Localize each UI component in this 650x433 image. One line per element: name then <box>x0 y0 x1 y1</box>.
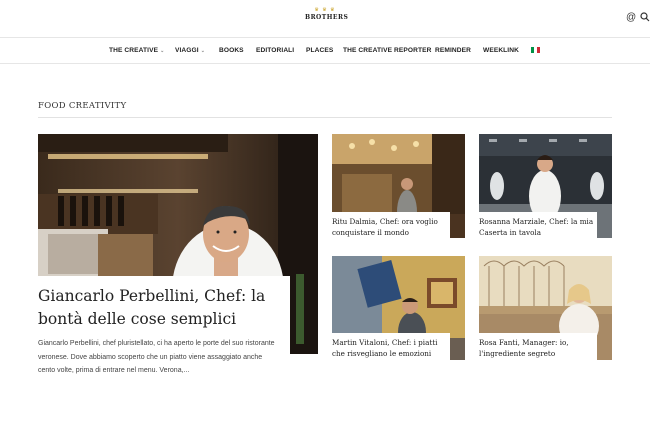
nav-item-reminder[interactable]: REMINDER <box>435 46 471 55</box>
site-logo[interactable]: ♛ ♛ ♛ BROTHERS <box>305 8 349 26</box>
nav-item-the-creative[interactable]: THE CREATIVE ⌄ <box>109 46 164 56</box>
card-title-ritu-dalmia[interactable]: Ritu Dalmia, Chef: ora voglio conquistar… <box>332 214 450 238</box>
at-icon[interactable]: @ <box>626 12 636 24</box>
nav-item-places[interactable]: PLACES <box>306 46 333 55</box>
nav-item-label: VIAGGI <box>175 47 199 54</box>
featured-article-excerpt: Giancarlo Perbellini, chef pluristellato… <box>38 340 275 374</box>
logo-text: BROTHERS <box>305 14 349 21</box>
featured-article-title[interactable]: Giancarlo Perbellini, Chef: la bontà del… <box>38 285 288 331</box>
card-title-rosa-fanti[interactable]: Rosa Fanti, Manager: io, l'ingrediente s… <box>479 335 597 359</box>
chevron-down-icon: ⌄ <box>160 48 165 54</box>
nav-item-label: THE CREATIVE <box>109 47 159 54</box>
nav-item-viaggi[interactable]: VIAGGI ⌄ <box>175 46 205 56</box>
nav-item-weeklink[interactable]: WEEKLINK <box>483 46 519 55</box>
flag-stripe-red <box>537 47 540 53</box>
nav-item-the-creative-reporter[interactable]: THE CREATIVE REPORTER <box>343 46 431 55</box>
card-title-martin-vitaloni[interactable]: Martin Vitaloni, Chef: i piatti che risv… <box>332 335 450 359</box>
section-divider <box>38 117 612 118</box>
card-title-rosanna-marziale[interactable]: Rosanna Marziale, Chef: la mia Caserta i… <box>479 214 597 238</box>
main-nav: THE CREATIVE ⌄ VIAGGI ⌄ BOOKS EDITORIALI P… <box>0 38 650 64</box>
top-header: ♛ ♛ ♛ BROTHERS @ <box>0 0 650 38</box>
nav-item-books[interactable]: BOOKS <box>219 46 244 55</box>
italian-flag-icon[interactable] <box>531 47 540 53</box>
nav-item-editoriali[interactable]: EDITORIALI <box>256 46 294 55</box>
chevron-down-icon: ⌄ <box>200 48 205 54</box>
section-title: FOOD CREATIVITY <box>38 101 127 111</box>
search-icon[interactable] <box>640 12 650 24</box>
